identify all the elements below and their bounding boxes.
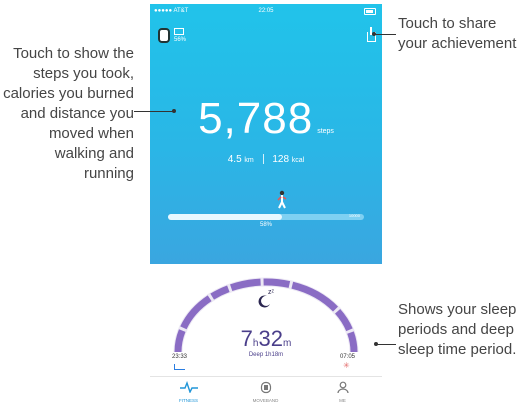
annotation-share: Touch to share your achievement [398, 15, 517, 52]
callout-dot [172, 109, 176, 113]
annotation-sleep: Shows your sleep periods and deep sleep … [398, 301, 517, 358]
calories-value: 128 [272, 154, 290, 165]
bed-icon [174, 364, 185, 370]
progress-fill [168, 214, 282, 220]
tab-moveband[interactable]: MOVEBAND [227, 377, 304, 408]
activity-panel[interactable]: ●●●●● AT&T 22:05 56% 5,788 steps 4.5 km 1… [150, 4, 382, 264]
steps-count: 5,788 [198, 94, 314, 143]
sleep-z-icon: zᶻ [268, 289, 275, 296]
distance-calories[interactable]: 4.5 km 128 kcal [150, 154, 382, 165]
callout-line [376, 344, 396, 345]
band-icon [260, 381, 271, 394]
annotation-activity: Touch to show the steps you took, calori… [3, 45, 134, 182]
band-battery-percent: 56% [174, 37, 187, 43]
pulse-icon [179, 381, 198, 393]
band-device-icon[interactable] [158, 28, 170, 43]
sleep-end-time: 07:05 [340, 354, 356, 360]
phone-battery-icon [364, 8, 376, 15]
alarm-icon: ✳ [343, 361, 350, 370]
calories-unit: kcal [291, 157, 305, 164]
goal-value: 10000 [348, 213, 360, 218]
tab-bar: FITNESS MOVEBAND ME [150, 376, 382, 408]
phone-screen: ●●●●● AT&T 22:05 56% 5,788 steps 4.5 km 1… [150, 4, 382, 408]
tab-me[interactable]: ME [304, 377, 381, 408]
sleep-duration: 7h32m [150, 326, 382, 352]
callout-dot [372, 32, 376, 36]
distance-value: 4.5 [227, 154, 242, 165]
steps-summary[interactable]: 5,788 steps [150, 94, 382, 144]
tab-label: MOVEBAND [252, 398, 279, 403]
clock: 22:05 [258, 8, 274, 14]
moon-icon [258, 295, 270, 308]
callout-line [134, 111, 174, 112]
status-bar: ●●●●● AT&T 22:05 [150, 4, 382, 20]
metric-divider [262, 154, 264, 165]
distance-unit: km [244, 157, 254, 164]
callout-dot [374, 342, 378, 346]
tab-label: FITNESS [178, 398, 198, 403]
sleep-hours: 7 [240, 326, 253, 351]
band-battery-icon [174, 28, 184, 35]
sleep-start-time: 23:33 [172, 354, 188, 360]
steps-unit: steps [317, 128, 334, 135]
sleep-minutes: 32 [258, 326, 283, 351]
person-icon [336, 381, 349, 394]
walking-person-icon [277, 190, 287, 209]
sleep-panel[interactable]: zᶻ 7h32m Deep 1h18m 23:33 07:05 ✳ [150, 264, 382, 376]
sleep-minutes-unit: m [282, 338, 292, 349]
step-goal-progress: 10000 [168, 213, 364, 220]
tab-fitness[interactable]: FITNESS [150, 377, 227, 408]
progress-percent: 58% [259, 222, 272, 228]
callout-line [374, 34, 396, 35]
tab-label: ME [339, 398, 346, 403]
